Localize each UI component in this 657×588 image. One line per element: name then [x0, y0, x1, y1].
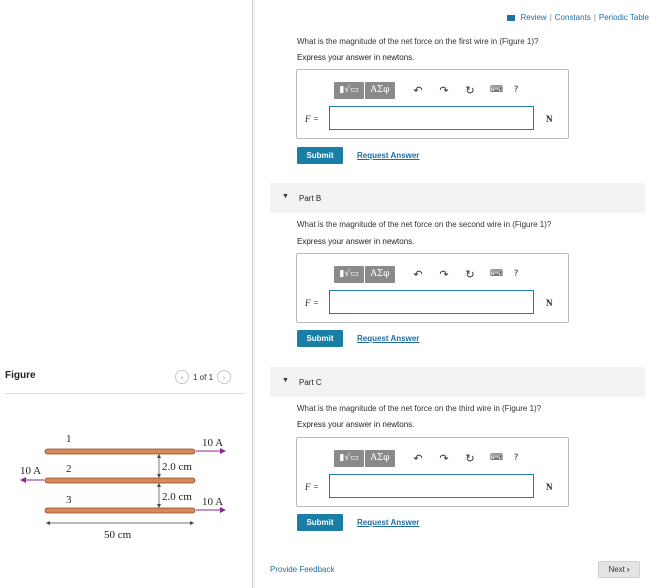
question-b: What is the magnitude of the net force o…: [297, 220, 552, 229]
templates-button[interactable]: ▮√▭: [334, 81, 364, 99]
arrowhead-icon: [190, 521, 194, 525]
answer-input-c[interactable]: [329, 474, 534, 498]
part-c-header[interactable]: ▼ Part C: [270, 367, 645, 397]
review-link[interactable]: Review: [520, 13, 546, 22]
question-text: What is the magnitude of the net force o…: [297, 37, 539, 46]
arrowhead-icon: [157, 454, 161, 458]
templates-button[interactable]: ▮√▭: [334, 265, 364, 283]
undo-icon[interactable]: ↶: [412, 84, 424, 97]
help-icon[interactable]: ?: [510, 453, 522, 463]
figure-pager: ‹ 1 of 1 ›: [175, 370, 232, 384]
submit-button-c[interactable]: Submit: [297, 514, 343, 531]
wire-label-3: 3: [66, 494, 72, 506]
variable-label: F =: [305, 298, 319, 308]
length-label: 50 cm: [104, 529, 132, 541]
keyboard-icon[interactable]: ⌨: [490, 453, 503, 463]
greek-button[interactable]: ΑΣφ: [365, 449, 395, 467]
question-c: What is the magnitude of the net force o…: [297, 404, 542, 413]
constants-link[interactable]: Constants: [555, 13, 591, 22]
figure-divider: [5, 393, 245, 394]
reset-icon[interactable]: ↻: [464, 84, 476, 97]
gap-label-1: 2.0 cm: [162, 461, 192, 473]
help-icon[interactable]: ?: [510, 269, 522, 279]
unit-label: N: [546, 298, 553, 308]
separator: |: [549, 13, 552, 22]
question-a: What is the magnitude of the net force o…: [297, 37, 538, 46]
current-label-1: 10 A: [202, 437, 223, 449]
math-toolbar: ▮√▭ ΑΣφ ↶ ↷ ↻ ⌨ ?: [334, 265, 522, 283]
keyboard-icon[interactable]: ⌨: [490, 269, 503, 279]
templates-button[interactable]: ▮√▭: [334, 449, 364, 467]
submit-button-a[interactable]: Submit: [297, 147, 343, 164]
current-label-2: 10 A: [20, 465, 41, 477]
separator: |: [593, 13, 596, 22]
request-answer-b[interactable]: Request Answer: [357, 334, 419, 343]
part-title: Part B: [299, 194, 322, 203]
collapse-icon: ▼: [282, 377, 289, 384]
provide-feedback-link[interactable]: Provide Feedback: [270, 565, 334, 574]
next-label: Next: [608, 565, 625, 574]
express-c: Express your answer in newtons.: [297, 420, 415, 429]
arrowhead-icon: [20, 477, 26, 483]
answer-input-a[interactable]: [329, 106, 534, 130]
wire-label-1: 1: [66, 433, 72, 445]
arrowhead-icon: [46, 521, 50, 525]
prev-figure-button[interactable]: ‹: [175, 370, 189, 384]
arrowhead-icon: [157, 504, 161, 508]
pane-divider: [252, 0, 253, 588]
part-b-header[interactable]: ▼ Part B: [270, 183, 645, 213]
collapse-icon: ▼: [282, 193, 289, 200]
gap-label-2: 2.0 cm: [162, 491, 192, 503]
reset-icon[interactable]: ↻: [464, 452, 476, 465]
answer-box-b: ▮√▭ ΑΣφ ↶ ↷ ↻ ⌨ ? F = N: [296, 253, 569, 323]
redo-icon[interactable]: ↷: [438, 84, 450, 97]
top-links: Review | Constants | Periodic Table: [507, 13, 649, 22]
express-a: Express your answer in newtons.: [297, 53, 415, 62]
wire-2: [44, 477, 196, 484]
variable-label: F =: [305, 482, 319, 492]
unit-label: N: [546, 482, 553, 492]
pager-text: 1 of 1: [193, 372, 214, 382]
arrowhead-icon: [157, 483, 161, 487]
answer-box-a: ▮√▭ ΑΣφ ↶ ↷ ↻ ⌨ ? F = N: [296, 69, 569, 139]
periodic-table-link[interactable]: Periodic Table: [599, 13, 649, 22]
undo-icon[interactable]: ↶: [412, 268, 424, 281]
review-icon: [507, 14, 516, 21]
next-button[interactable]: Next ›: [598, 561, 640, 578]
variable-label: F =: [305, 114, 319, 124]
redo-icon[interactable]: ↷: [438, 268, 450, 281]
request-answer-c[interactable]: Request Answer: [357, 518, 419, 527]
reset-icon[interactable]: ↻: [464, 268, 476, 281]
chevron-right-icon: ›: [626, 565, 630, 574]
request-answer-a[interactable]: Request Answer: [357, 151, 419, 160]
express-b: Express your answer in newtons.: [297, 237, 415, 246]
answer-input-b[interactable]: [329, 290, 534, 314]
wire-3: [44, 507, 196, 514]
help-icon[interactable]: ?: [510, 85, 522, 95]
math-toolbar: ▮√▭ ΑΣφ ↶ ↷ ↻ ⌨ ?: [334, 449, 522, 467]
redo-icon[interactable]: ↷: [438, 452, 450, 465]
chevron-right-icon: ›: [222, 372, 226, 382]
keyboard-icon[interactable]: ⌨: [490, 85, 503, 95]
wires-figure: 1 10 A 2 10 A 3 10 A 2.0 cm 2.0 cm 50 cm: [20, 433, 226, 541]
greek-button[interactable]: ΑΣφ: [365, 265, 395, 283]
part-title: Part C: [299, 378, 322, 387]
submit-button-b[interactable]: Submit: [297, 330, 343, 347]
wire-1: [44, 448, 196, 455]
next-figure-button[interactable]: ›: [217, 370, 232, 384]
math-toolbar: ▮√▭ ΑΣφ ↶ ↷ ↻ ⌨ ?: [334, 81, 522, 99]
pane-divider-shadow: [254, 0, 255, 588]
chevron-left-icon: ‹: [180, 372, 184, 382]
current-label-3: 10 A: [202, 496, 223, 508]
figure-title: Figure: [5, 370, 36, 381]
answer-box-c: ▮√▭ ΑΣφ ↶ ↷ ↻ ⌨ ? F = N: [296, 437, 569, 507]
wire-label-2: 2: [66, 463, 72, 475]
greek-button[interactable]: ΑΣφ: [365, 81, 395, 99]
unit-label: N: [546, 114, 553, 124]
undo-icon[interactable]: ↶: [412, 452, 424, 465]
arrowhead-icon: [157, 474, 161, 478]
